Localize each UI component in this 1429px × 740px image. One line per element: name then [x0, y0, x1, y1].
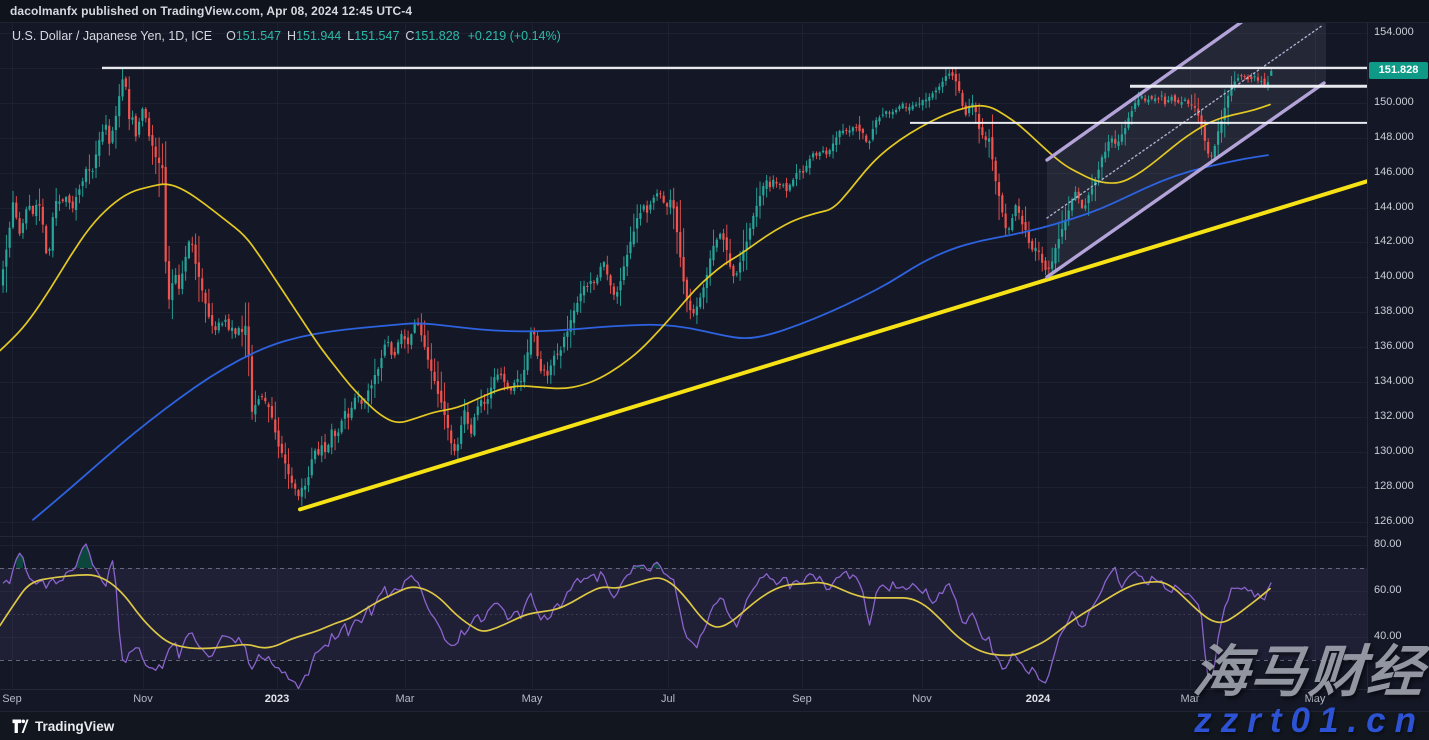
time-axis[interactable]: Sep Nov 2023 Mar May Jul Sep Nov 2024 Mar May [0, 690, 1368, 710]
time-tick-label: Mar [396, 693, 415, 705]
time-tick-label: 2024 [1026, 693, 1050, 705]
time-tick-label: May [1305, 693, 1326, 705]
header-bar: dacolmanfx published on TradingView.com,… [0, 0, 1429, 23]
footer-bar: TradingView [0, 711, 1429, 740]
price-tick-label: 148.000 [1374, 131, 1414, 143]
symbol-title[interactable]: U.S. Dollar / Japanese Yen, 1D, ICE [12, 29, 212, 43]
price-tick-label: 134.000 [1374, 375, 1414, 387]
price-tick-label: 146.000 [1374, 166, 1414, 178]
rsi-tick-label: 40.00 [1374, 630, 1402, 642]
price-tick-label: 130.000 [1374, 445, 1414, 457]
tradingview-logo-icon [12, 719, 29, 734]
price-tick-label: 154.000 [1374, 26, 1414, 38]
last-price-badge: 151.828 [1369, 62, 1428, 79]
time-tick-label: Sep [2, 693, 22, 705]
tradingview-brand-label[interactable]: TradingView [35, 719, 114, 734]
header-title: dacolmanfx published on TradingView.com,… [0, 4, 412, 18]
rsi-tick-label: 60.00 [1374, 584, 1402, 596]
price-tick-label: 144.000 [1374, 201, 1414, 213]
price-tick-label: 150.000 [1374, 96, 1414, 108]
price-tick-label: 132.000 [1374, 410, 1414, 422]
price-tick-label: 138.000 [1374, 305, 1414, 317]
time-tick-label: Jul [661, 693, 675, 705]
price-chart-canvas[interactable] [0, 0, 1368, 690]
ohlc-field-label: H [287, 29, 296, 43]
time-tick-label: Sep [792, 693, 812, 705]
ohlc-field-value: 151.547 [354, 29, 399, 43]
ohlc-field-value: 151.944 [296, 29, 341, 43]
price-tick-label: 126.000 [1374, 515, 1414, 527]
symbol-legend[interactable]: U.S. Dollar / Japanese Yen, 1D, ICEO151.… [12, 29, 561, 43]
ohlc-field-value: 151.547 [236, 29, 281, 43]
price-axis[interactable]: 154.000 150.000 148.000 146.000 144.000 142.0… [1369, 22, 1429, 690]
price-tick-label: 140.000 [1374, 270, 1414, 282]
time-tick-label: 2023 [265, 693, 289, 705]
time-tick-label: Nov [133, 693, 153, 705]
price-tick-label: 136.000 [1374, 340, 1414, 352]
ohlc-field-label: O [226, 29, 236, 43]
price-tick-label: 142.000 [1374, 235, 1414, 247]
rsi-tick-label: 80.00 [1374, 538, 1402, 550]
ohlc-field-value: 151.828 [414, 29, 459, 43]
price-tick-label: 128.000 [1374, 480, 1414, 492]
tradingview-brand[interactable]: TradingView [12, 719, 114, 734]
time-tick-label: Mar [1181, 693, 1200, 705]
time-tick-label: May [522, 693, 543, 705]
ohlc-values: O151.547H151.944L151.547C151.828 [220, 29, 460, 43]
chart-page: dacolmanfx published on TradingView.com,… [0, 0, 1429, 739]
time-tick-label: Nov [912, 693, 932, 705]
change-value: +0.219 (+0.14%) [468, 29, 561, 43]
